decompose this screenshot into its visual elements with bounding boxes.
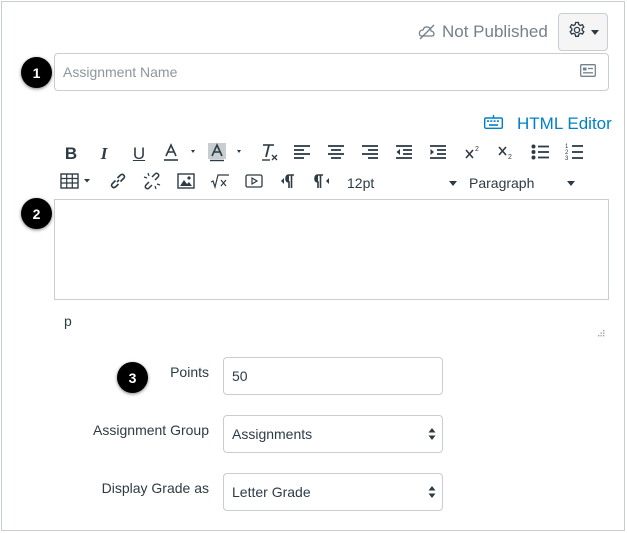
assignment-name-input[interactable] xyxy=(54,53,609,91)
format-select[interactable]: Paragraph xyxy=(469,172,575,194)
align-left-icon xyxy=(293,144,311,165)
table-icon xyxy=(60,172,94,194)
video-icon xyxy=(245,173,263,194)
ltr-direction-button[interactable] xyxy=(277,172,299,194)
indent-button[interactable] xyxy=(427,143,449,165)
table-button[interactable] xyxy=(60,172,94,194)
numbered-list-button[interactable]: 123 xyxy=(563,143,585,165)
publish-status: Not Published xyxy=(418,20,548,44)
numbered-list-icon: 123 xyxy=(565,143,583,166)
underline-button[interactable]: U xyxy=(130,143,148,165)
settings-button[interactable] xyxy=(558,13,608,51)
editor-path: p xyxy=(64,313,72,329)
chevron-down-icon xyxy=(567,180,575,186)
chevron-down-icon xyxy=(590,29,599,35)
media-button[interactable] xyxy=(243,172,265,194)
superscript-icon: 2 xyxy=(464,144,482,165)
svg-text:2: 2 xyxy=(475,146,479,153)
points-field[interactable] xyxy=(223,357,443,395)
align-center-icon xyxy=(327,144,345,165)
link-button[interactable] xyxy=(107,172,129,194)
display-grade-value: Letter Grade xyxy=(232,484,311,500)
square-root-icon xyxy=(210,173,230,194)
rtl-paragraph-icon xyxy=(313,172,331,195)
text-color-button[interactable] xyxy=(161,142,203,167)
bullet-list-button[interactable] xyxy=(529,143,551,165)
align-right-icon xyxy=(361,144,379,165)
text-color-icon xyxy=(161,142,203,167)
align-right-button[interactable] xyxy=(359,143,381,165)
bullet-list-icon xyxy=(531,144,549,165)
background-color-button[interactable] xyxy=(207,142,249,167)
clear-formatting-icon xyxy=(259,142,279,167)
points-input[interactable] xyxy=(232,368,434,384)
bold-button[interactable]: B xyxy=(62,143,80,165)
keyboard-icon xyxy=(483,114,504,134)
superscript-button[interactable]: 2 xyxy=(462,143,484,165)
chevron-down-icon xyxy=(449,180,457,186)
format-value: Paragraph xyxy=(469,175,535,191)
svg-text:3: 3 xyxy=(565,156,569,161)
assignment-group-value: Assignments xyxy=(232,426,313,442)
assignment-group-label: Assignment Group xyxy=(93,422,209,438)
subscript-button[interactable]: 2 xyxy=(495,143,517,165)
points-label: Points xyxy=(170,364,209,380)
display-grade-label: Display Grade as xyxy=(101,480,209,496)
font-size-select[interactable]: 12pt xyxy=(347,172,457,194)
italic-button[interactable]: I xyxy=(95,143,113,165)
svg-text:2: 2 xyxy=(508,154,512,161)
equation-button[interactable] xyxy=(209,172,231,194)
unlink-icon xyxy=(142,171,162,196)
ltr-paragraph-icon xyxy=(279,172,297,195)
assignment-group-select[interactable]: Assignments xyxy=(223,415,443,453)
align-left-button[interactable] xyxy=(291,143,313,165)
subscript-icon: 2 xyxy=(497,143,515,166)
image-icon xyxy=(177,172,195,194)
step-badge-1: 1 xyxy=(21,57,52,88)
unlink-button[interactable] xyxy=(141,172,163,194)
clear-formatting-button[interactable] xyxy=(258,143,280,165)
rtl-direction-button[interactable] xyxy=(311,172,333,194)
html-editor-toggle[interactable]: HTML Editor xyxy=(483,113,612,135)
indent-icon xyxy=(429,144,447,165)
background-color-icon xyxy=(207,142,249,167)
id-card-icon xyxy=(580,64,596,82)
select-arrows-icon xyxy=(428,485,436,502)
outdent-button[interactable] xyxy=(393,143,415,165)
image-button[interactable] xyxy=(175,172,197,194)
unpublished-cloud-icon xyxy=(418,24,436,40)
outdent-icon xyxy=(395,144,413,165)
select-arrows-icon xyxy=(428,427,436,444)
html-editor-label: HTML Editor xyxy=(517,114,612,133)
gear-icon xyxy=(568,21,586,44)
font-size-value: 12pt xyxy=(347,175,375,191)
step-badge-2: 2 xyxy=(21,198,52,229)
rich-content-editor[interactable] xyxy=(54,199,609,300)
align-center-button[interactable] xyxy=(325,143,347,165)
resize-handle-icon[interactable] xyxy=(596,325,605,343)
display-grade-select[interactable]: Letter Grade xyxy=(223,473,443,511)
link-icon xyxy=(109,172,127,195)
publish-status-label: Not Published xyxy=(442,22,548,41)
